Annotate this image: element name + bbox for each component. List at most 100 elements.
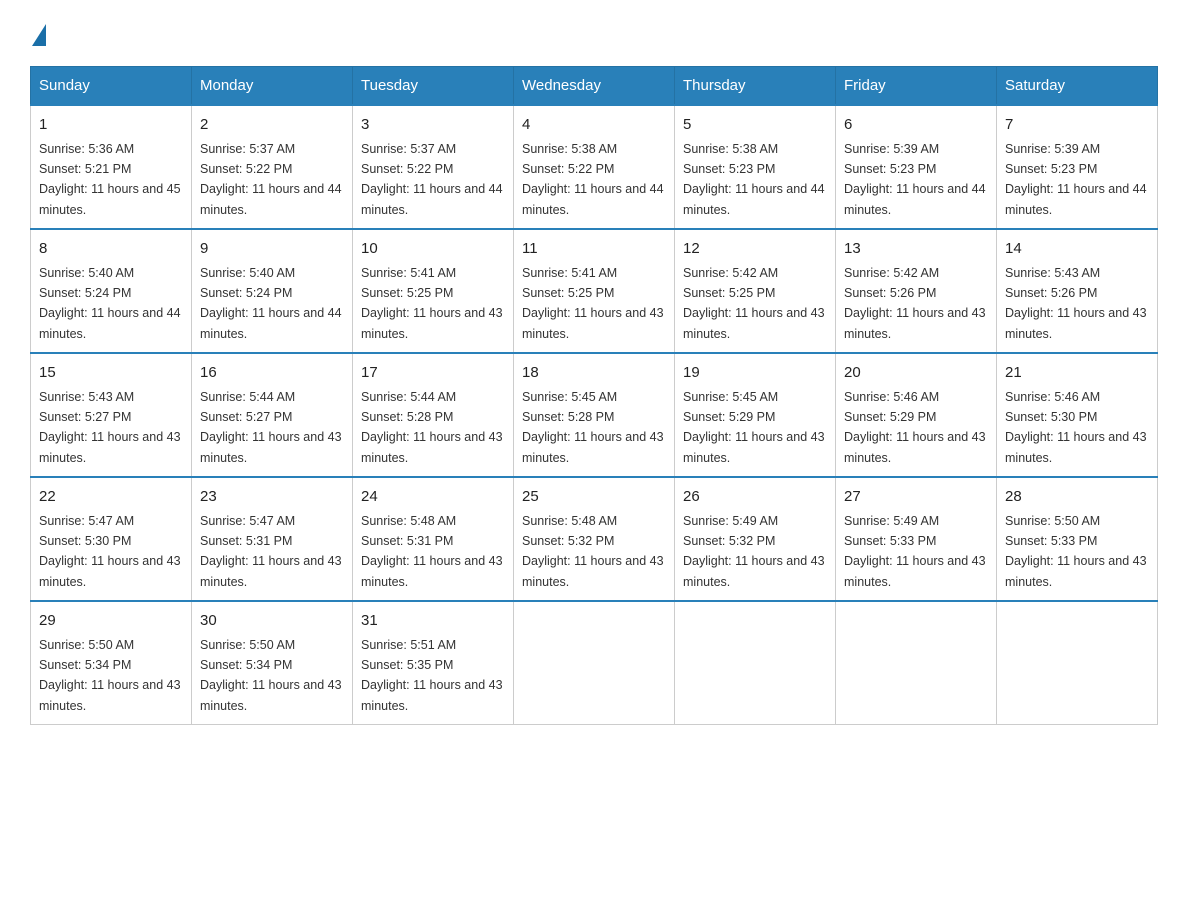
day-number: 6	[844, 114, 988, 137]
calendar-cell: 22 Sunrise: 5:47 AMSunset: 5:30 PMDayligh…	[31, 477, 192, 601]
calendar-cell: 7 Sunrise: 5:39 AMSunset: 5:23 PMDaylight…	[997, 105, 1158, 229]
calendar-cell: 19Sunrise: 5:45 AMSunset: 5:29 PMDayligh…	[675, 353, 836, 477]
day-info: Sunrise: 5:41 AMSunset: 5:25 PMDaylight:…	[361, 266, 503, 341]
calendar-cell: 28 Sunrise: 5:50 AMSunset: 5:33 PMDayligh…	[997, 477, 1158, 601]
day-number: 29	[39, 610, 183, 633]
page-header	[30, 20, 1158, 46]
calendar-cell: 14Sunrise: 5:43 AMSunset: 5:26 PMDayligh…	[997, 229, 1158, 353]
day-info: Sunrise: 5:39 AMSunset: 5:23 PMDaylight:…	[1005, 142, 1147, 217]
day-info: Sunrise: 5:40 AMSunset: 5:24 PMDaylight:…	[200, 266, 342, 341]
calendar-cell	[675, 601, 836, 725]
day-info: Sunrise: 5:48 AMSunset: 5:32 PMDaylight:…	[522, 514, 664, 589]
day-info: Sunrise: 5:47 AMSunset: 5:30 PMDaylight:…	[39, 514, 181, 589]
day-info: Sunrise: 5:39 AMSunset: 5:23 PMDaylight:…	[844, 142, 986, 217]
day-info: Sunrise: 5:50 AMSunset: 5:34 PMDaylight:…	[200, 638, 342, 713]
day-number: 4	[522, 114, 666, 137]
day-number: 8	[39, 238, 183, 261]
logo	[30, 20, 46, 46]
day-info: Sunrise: 5:42 AMSunset: 5:25 PMDaylight:…	[683, 266, 825, 341]
day-number: 7	[1005, 114, 1149, 137]
day-number: 17	[361, 362, 505, 385]
day-info: Sunrise: 5:44 AMSunset: 5:27 PMDaylight:…	[200, 390, 342, 465]
day-number: 30	[200, 610, 344, 633]
day-number: 10	[361, 238, 505, 261]
calendar-cell	[836, 601, 997, 725]
calendar-cell: 24 Sunrise: 5:48 AMSunset: 5:31 PMDayligh…	[353, 477, 514, 601]
day-info: Sunrise: 5:47 AMSunset: 5:31 PMDaylight:…	[200, 514, 342, 589]
day-number: 31	[361, 610, 505, 633]
calendar-cell: 17 Sunrise: 5:44 AMSunset: 5:28 PMDayligh…	[353, 353, 514, 477]
calendar-cell: 27 Sunrise: 5:49 AMSunset: 5:33 PMDayligh…	[836, 477, 997, 601]
calendar-cell: 20 Sunrise: 5:46 AMSunset: 5:29 PMDayligh…	[836, 353, 997, 477]
day-number: 18	[522, 362, 666, 385]
day-info: Sunrise: 5:38 AMSunset: 5:23 PMDaylight:…	[683, 142, 825, 217]
day-number: 1	[39, 114, 183, 137]
day-info: Sunrise: 5:42 AMSunset: 5:26 PMDaylight:…	[844, 266, 986, 341]
calendar-cell: 8 Sunrise: 5:40 AMSunset: 5:24 PMDaylight…	[31, 229, 192, 353]
day-info: Sunrise: 5:44 AMSunset: 5:28 PMDaylight:…	[361, 390, 503, 465]
calendar-cell: 18 Sunrise: 5:45 AMSunset: 5:28 PMDayligh…	[514, 353, 675, 477]
day-number: 9	[200, 238, 344, 261]
calendar-cell: 9 Sunrise: 5:40 AMSunset: 5:24 PMDaylight…	[192, 229, 353, 353]
day-number: 20	[844, 362, 988, 385]
day-info: Sunrise: 5:49 AMSunset: 5:33 PMDaylight:…	[844, 514, 986, 589]
day-info: Sunrise: 5:36 AMSunset: 5:21 PMDaylight:…	[39, 142, 181, 217]
calendar-week-row: 8 Sunrise: 5:40 AMSunset: 5:24 PMDaylight…	[31, 229, 1158, 353]
calendar-cell: 13 Sunrise: 5:42 AMSunset: 5:26 PMDayligh…	[836, 229, 997, 353]
header-day-monday: Monday	[192, 67, 353, 106]
day-number: 12	[683, 238, 827, 261]
day-info: Sunrise: 5:43 AMSunset: 5:27 PMDaylight:…	[39, 390, 181, 465]
header-day-saturday: Saturday	[997, 67, 1158, 106]
day-number: 27	[844, 486, 988, 509]
calendar-cell: 15 Sunrise: 5:43 AMSunset: 5:27 PMDayligh…	[31, 353, 192, 477]
day-info: Sunrise: 5:45 AMSunset: 5:29 PMDaylight:…	[683, 390, 825, 465]
day-info: Sunrise: 5:37 AMSunset: 5:22 PMDaylight:…	[361, 142, 503, 217]
day-info: Sunrise: 5:43 AMSunset: 5:26 PMDaylight:…	[1005, 266, 1147, 341]
day-number: 13	[844, 238, 988, 261]
day-info: Sunrise: 5:51 AMSunset: 5:35 PMDaylight:…	[361, 638, 503, 713]
day-info: Sunrise: 5:41 AMSunset: 5:25 PMDaylight:…	[522, 266, 664, 341]
day-number: 15	[39, 362, 183, 385]
header-day-friday: Friday	[836, 67, 997, 106]
day-number: 24	[361, 486, 505, 509]
calendar-cell: 6 Sunrise: 5:39 AMSunset: 5:23 PMDaylight…	[836, 105, 997, 229]
calendar-cell: 16 Sunrise: 5:44 AMSunset: 5:27 PMDayligh…	[192, 353, 353, 477]
header-day-thursday: Thursday	[675, 67, 836, 106]
calendar-table: SundayMondayTuesdayWednesdayThursdayFrid…	[30, 66, 1158, 725]
day-info: Sunrise: 5:37 AMSunset: 5:22 PMDaylight:…	[200, 142, 342, 217]
calendar-cell: 25 Sunrise: 5:48 AMSunset: 5:32 PMDayligh…	[514, 477, 675, 601]
calendar-cell: 3 Sunrise: 5:37 AMSunset: 5:22 PMDaylight…	[353, 105, 514, 229]
calendar-cell: 21Sunrise: 5:46 AMSunset: 5:30 PMDayligh…	[997, 353, 1158, 477]
day-number: 16	[200, 362, 344, 385]
day-info: Sunrise: 5:38 AMSunset: 5:22 PMDaylight:…	[522, 142, 664, 217]
calendar-cell	[514, 601, 675, 725]
day-info: Sunrise: 5:46 AMSunset: 5:29 PMDaylight:…	[844, 390, 986, 465]
calendar-week-row: 15 Sunrise: 5:43 AMSunset: 5:27 PMDayligh…	[31, 353, 1158, 477]
calendar-cell: 5 Sunrise: 5:38 AMSunset: 5:23 PMDaylight…	[675, 105, 836, 229]
day-number: 25	[522, 486, 666, 509]
calendar-cell: 23Sunrise: 5:47 AMSunset: 5:31 PMDayligh…	[192, 477, 353, 601]
day-info: Sunrise: 5:49 AMSunset: 5:32 PMDaylight:…	[683, 514, 825, 589]
day-info: Sunrise: 5:45 AMSunset: 5:28 PMDaylight:…	[522, 390, 664, 465]
calendar-cell: 11 Sunrise: 5:41 AMSunset: 5:25 PMDayligh…	[514, 229, 675, 353]
day-number: 28	[1005, 486, 1149, 509]
day-number: 3	[361, 114, 505, 137]
logo-triangle-icon	[32, 24, 46, 46]
calendar-cell: 1 Sunrise: 5:36 AMSunset: 5:21 PMDaylight…	[31, 105, 192, 229]
calendar-cell: 29 Sunrise: 5:50 AMSunset: 5:34 PMDayligh…	[31, 601, 192, 725]
header-day-sunday: Sunday	[31, 67, 192, 106]
day-number: 2	[200, 114, 344, 137]
day-info: Sunrise: 5:48 AMSunset: 5:31 PMDaylight:…	[361, 514, 503, 589]
calendar-cell: 10 Sunrise: 5:41 AMSunset: 5:25 PMDayligh…	[353, 229, 514, 353]
day-info: Sunrise: 5:50 AMSunset: 5:33 PMDaylight:…	[1005, 514, 1147, 589]
calendar-cell: 12 Sunrise: 5:42 AMSunset: 5:25 PMDayligh…	[675, 229, 836, 353]
day-number: 26	[683, 486, 827, 509]
header-day-wednesday: Wednesday	[514, 67, 675, 106]
day-info: Sunrise: 5:46 AMSunset: 5:30 PMDaylight:…	[1005, 390, 1147, 465]
day-info: Sunrise: 5:50 AMSunset: 5:34 PMDaylight:…	[39, 638, 181, 713]
day-info: Sunrise: 5:40 AMSunset: 5:24 PMDaylight:…	[39, 266, 181, 341]
day-number: 11	[522, 238, 666, 261]
day-number: 22	[39, 486, 183, 509]
header-day-tuesday: Tuesday	[353, 67, 514, 106]
day-number: 5	[683, 114, 827, 137]
